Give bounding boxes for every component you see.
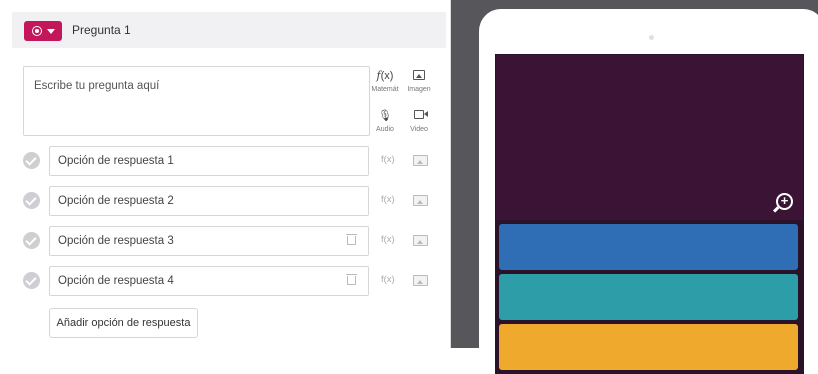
device-preview-panel: + — [451, 0, 818, 374]
chevron-down-icon — [47, 29, 55, 34]
function-icon[interactable]: f(x) — [381, 234, 395, 245]
video-tool-button[interactable]: Video — [399, 110, 439, 133]
image-icon[interactable] — [413, 155, 428, 166]
tablet-frame: + — [479, 9, 818, 374]
mark-correct-check-icon[interactable] — [23, 272, 40, 289]
answer-input[interactable]: Opción de respuesta 1 — [49, 146, 369, 176]
preview-option-3 — [499, 324, 798, 370]
question-type-dropdown[interactable] — [24, 21, 62, 41]
answer-row: Opción de respuesta 4 f(x) — [0, 266, 450, 296]
function-icon[interactable]: f(x) — [381, 154, 395, 165]
video-tool-label: Video — [410, 126, 428, 133]
question-header: Pregunta 1 — [12, 12, 446, 48]
answer-row: Opción de respuesta 1 f(x) — [0, 146, 450, 176]
trash-icon[interactable] — [346, 234, 357, 245]
answer-row: Opción de respuesta 3 f(x) — [0, 226, 450, 256]
image-icon[interactable] — [413, 235, 428, 246]
image-tool-button[interactable]: Imagen — [399, 70, 439, 93]
answer-text: Opción de respuesta 4 — [58, 275, 174, 287]
image-tool-label: Imagen — [407, 86, 431, 93]
preview-question-area: + — [496, 55, 803, 220]
answer-row: Opción de respuesta 2 f(x) — [0, 186, 450, 216]
preview-option-2 — [499, 274, 798, 320]
answer-input[interactable]: Opción de respuesta 2 — [49, 186, 369, 216]
answer-input[interactable]: Opción de respuesta 3 — [49, 226, 369, 256]
image-icon — [413, 70, 425, 80]
add-answer-option-button[interactable]: Añadir opción de respuesta — [49, 308, 198, 338]
answer-text: Opción de respuesta 1 — [58, 155, 174, 167]
image-icon[interactable] — [413, 275, 428, 286]
function-icon[interactable]: f(x) — [381, 194, 395, 205]
mark-correct-check-icon[interactable] — [23, 192, 40, 209]
question-input[interactable]: Escribe tu pregunta aquí — [23, 66, 370, 136]
trash-icon[interactable] — [346, 274, 357, 285]
answer-input[interactable]: Opción de respuesta 4 — [49, 266, 369, 296]
radio-icon — [32, 26, 42, 36]
camera-dot — [649, 35, 654, 40]
mark-correct-check-icon[interactable] — [23, 232, 40, 249]
video-icon — [414, 110, 428, 119]
mark-correct-check-icon[interactable] — [23, 152, 40, 169]
image-icon[interactable] — [413, 195, 428, 206]
question-placeholder: Escribe tu pregunta aquí — [34, 80, 160, 92]
question-editor: Pregunta 1 Escribe tu pregunta aquí f(x)… — [0, 0, 451, 348]
zoom-in-icon[interactable]: + — [776, 193, 793, 210]
answer-text: Opción de respuesta 2 — [58, 195, 174, 207]
preview-screen: + — [495, 54, 804, 374]
question-title: Pregunta 1 — [72, 23, 131, 37]
function-icon[interactable]: f(x) — [381, 274, 395, 285]
preview-option-1 — [499, 224, 798, 270]
answer-text: Opción de respuesta 3 — [58, 235, 174, 247]
